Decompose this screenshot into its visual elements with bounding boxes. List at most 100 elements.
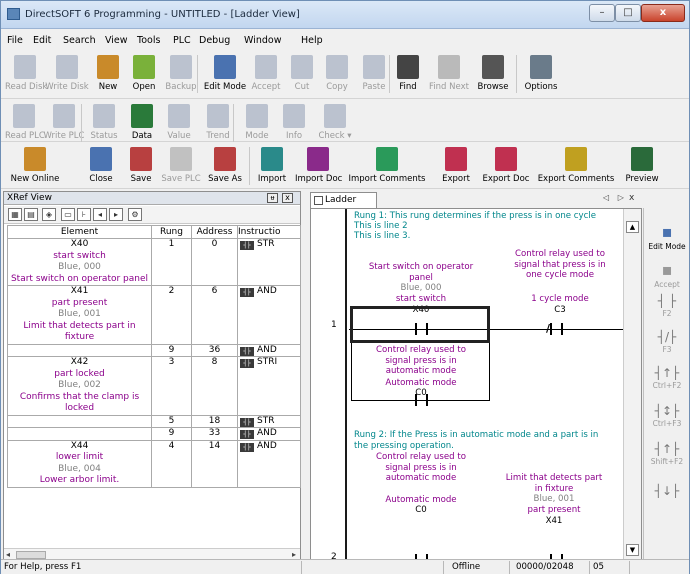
panel-accept-button[interactable]: ▪ Accept [646,260,688,289]
c3-contact-left[interactable] [550,323,552,335]
paste-button[interactable]: Paste [356,51,392,92]
find-button[interactable]: Find [393,51,423,92]
value-button[interactable]: Value [161,100,197,141]
save-plc-button[interactable]: Save PLC [159,143,203,184]
import-button[interactable]: Import [253,143,291,184]
table-row[interactable]: X42 part locked Blue, 002 Confirms that the… [7,356,301,416]
maximize-button[interactable]: □ [615,4,641,22]
read-disk-button[interactable]: Read Disk [5,51,47,92]
info-button[interactable]: Info [277,100,311,141]
close-window-button[interactable]: x [641,4,685,22]
col-rung[interactable]: Rung [151,225,192,239]
cut-button[interactable]: Cut [286,51,318,92]
import-doc-button[interactable]: Import Doc [295,143,342,184]
scroll-up-icon[interactable]: ▲ [626,221,639,233]
scroll-thumb[interactable] [16,551,46,559]
browse-button[interactable]: Browse [471,51,515,92]
table-row[interactable]: X44 lower limit Blue, 004 Lower arbor limit… [7,440,301,488]
menu-edit[interactable]: Edit [33,33,51,49]
c3-contact-right[interactable] [561,323,563,335]
desc-line: automatic mode [385,473,457,483]
accept-button[interactable]: Accept [248,51,284,92]
tab-nav-icon[interactable]: ◁ ▷ [603,193,627,202]
ladder-editor[interactable]: 1 2 Rung 1: This rung determines if the … [310,208,642,563]
save-as-button[interactable]: Save As [205,143,245,184]
tab-ladder-view[interactable]: Ladder View [310,192,377,220]
menu-help[interactable]: Help [301,33,323,49]
col-instruction[interactable]: Instructio [237,225,301,239]
edit-mode-button[interactable]: Edit Mode [203,51,247,92]
open-button[interactable]: Open [127,51,161,92]
toolbar-label: Export Doc [482,174,530,184]
table-row[interactable]: 9 36 ┤├ AND [7,344,301,357]
toolbar-label: Read PLC [5,131,45,141]
backup-button[interactable]: Backup [161,51,201,92]
xref-title: XRef View [4,192,300,205]
settings-icon[interactable]: ⚙ [128,208,142,221]
col-element[interactable]: Element [7,225,152,239]
toolbar-label: Find Next [429,82,469,92]
export-button[interactable]: Export [439,143,473,184]
check-button[interactable]: Check ▾ [313,100,357,141]
mode-button[interactable]: Mode [239,100,275,141]
write-plc-button[interactable]: Write PLC [43,100,85,141]
prev-icon[interactable]: ◂ [93,208,107,221]
minimize-button[interactable]: – [589,4,615,22]
copy-button[interactable]: Copy [320,51,354,92]
scroll-right-icon[interactable]: ▸ [292,550,296,559]
col-address[interactable]: Address [191,225,238,239]
import-comments-icon [376,147,398,171]
desc-line: signal that press is in [514,259,606,270]
panel-ctrl-f3-button[interactable]: ┤↕├ Ctrl+F3 [646,404,688,428]
r2-c0-description: Control relay used to signal press is in… [351,452,491,484]
trend-button[interactable]: Trend [199,100,237,141]
print-icon[interactable]: ▭ [61,208,75,221]
status-button[interactable]: Status [85,100,123,141]
save-button[interactable]: Save [125,143,157,184]
options-button[interactable]: Options [521,51,561,92]
preview-button[interactable]: Preview [617,143,667,184]
new-online-button[interactable]: New Online [5,143,65,184]
import-comments-button[interactable]: Import Comments [341,143,433,184]
panel-f2-button[interactable]: ┤ ├ F2 [646,294,688,318]
read-plc-button[interactable]: Read PLC [5,100,45,141]
panel-edit-mode-button[interactable]: ▪ Edit Mode [646,222,688,251]
menu-file[interactable]: File [7,33,23,49]
export-comments-button[interactable]: Export Comments [537,143,615,184]
panel-extra-button[interactable]: ┤↓├ [646,484,688,499]
menu-window[interactable]: Window [244,33,281,49]
pin-icon[interactable]: ᵾ [267,193,278,203]
scroll-down-icon[interactable]: ▼ [626,544,639,556]
menu-debug[interactable]: Debug [199,33,230,49]
step-icon[interactable]: ⊦ [77,208,91,221]
vertical-scrollbar[interactable]: ▲ ▼ [623,209,641,562]
panel-ctrl-f2-button[interactable]: ┤↑├ Ctrl+F2 [646,366,688,390]
table-row[interactable]: X40 start switch Blue, 000 Start switch on … [7,238,301,286]
panel-f3-button[interactable]: ┤/├ F3 [646,330,688,354]
data-button[interactable]: Data [125,100,159,141]
next-icon[interactable]: ▸ [109,208,123,221]
element-cell: X44 lower limit Blue, 004 Lower arbor limit… [7,440,152,488]
menu-plc[interactable]: PLC [173,33,191,49]
panel-label: Ctrl+F3 [652,419,682,428]
export-doc-button[interactable]: Export Doc [477,143,535,184]
table-row[interactable]: 9 33 ┤├ AND [7,427,301,441]
xref-close-button[interactable]: x [282,193,293,203]
table-row[interactable]: 5 18 ┤├ STR [7,415,301,428]
table-view-icon[interactable]: ▤ [24,208,38,221]
menu-tools[interactable]: Tools [137,33,160,49]
ladder-close-icon[interactable]: x [629,193,634,203]
filter-icon[interactable]: ◈ [42,208,56,221]
table-row[interactable]: X41 part present Blue, 001 Limit that detec… [7,285,301,345]
find-next-button[interactable]: Find Next [427,51,471,92]
write-disk-button[interactable]: Write Disk [45,51,89,92]
desc-line: Control relay used to [515,249,605,259]
menu-search[interactable]: Search [63,33,96,49]
desc-line: Control relay used to [376,452,466,462]
new-button[interactable]: New [91,51,125,92]
close-button[interactable]: Close [83,143,119,184]
scroll-left-icon[interactable]: ◂ [6,550,10,559]
menu-view[interactable]: View [105,33,128,49]
grid-view-icon[interactable]: ▦ [8,208,22,221]
panel-shift-f2-button[interactable]: ┤↑├ Shift+F2 [646,442,688,466]
